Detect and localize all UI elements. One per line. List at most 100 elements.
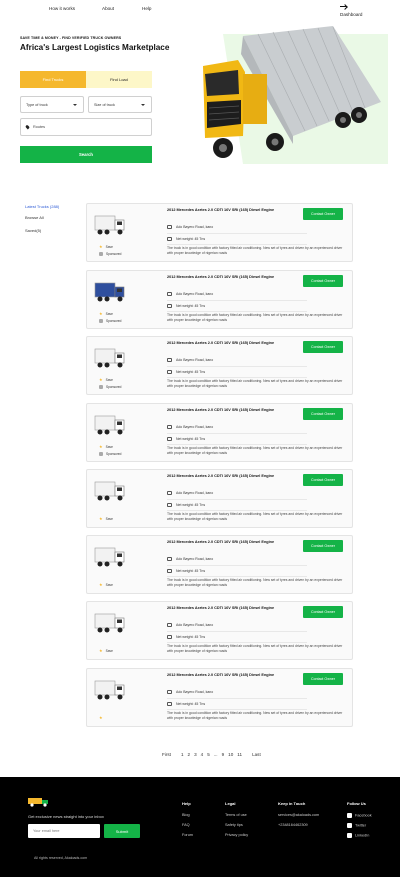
type-of-truck-select[interactable]: Type of truck [20,96,84,113]
save-toggle[interactable]: ★ Save [99,444,113,449]
page-10[interactable]: 10 [228,752,233,757]
nav-how-it-works[interactable]: How it works [49,6,75,11]
divider [167,300,307,301]
page-2[interactable]: 2 [188,752,191,757]
listing-title[interactable]: 2012 Mercedes Axrtes 2.0 CDTI 16V SRi (1… [167,540,274,544]
page-9[interactable]: 9 [222,752,225,757]
save-label: Save [105,244,113,249]
dashboard-link[interactable]: Dashboard [340,6,362,17]
contact-owner-button[interactable]: Contact Owner [303,275,343,287]
page-4[interactable]: 4 [201,752,204,757]
footer-link-privacy[interactable]: Privacy policy [225,833,248,837]
sidebar-item-browse[interactable]: Browse All [25,215,44,220]
location-icon [167,425,172,429]
page-first[interactable]: First [162,752,171,757]
listing-title[interactable]: 2012 Mercedes Axrtes 2.0 CDTI 16V SRi (1… [167,474,274,478]
sidebar-item-latest[interactable]: Latest Trucks (288) [25,204,59,209]
page-last[interactable]: Last [252,752,261,757]
divider [167,444,307,445]
location-text: Ado Bayero Road, kano [176,557,214,561]
star-icon: ★ [99,377,103,382]
footer-link-faq[interactable]: FAQ [182,823,190,827]
divider [167,510,307,511]
save-toggle[interactable]: ★ Save [99,516,113,521]
contact-owner-button[interactable]: Contact Owner [303,208,343,220]
contact-owner-button[interactable]: Contact Owner [303,474,343,486]
page-3[interactable]: 3 [194,752,197,757]
footer-link-terms[interactable]: Terms of use [225,813,247,817]
size-of-truck-select[interactable]: Size of truck [88,96,152,113]
footer-twitter-link[interactable]: Twitter [347,823,366,828]
tab-find-trucks[interactable]: Find Trucks [20,71,86,88]
nav-help[interactable]: Help [142,6,151,11]
footer-legal-heading: Legal [225,801,236,806]
location-text: Ado Bayero Road, kano [176,358,214,362]
footer-facebook-link[interactable]: Facebook [347,813,372,818]
location-text: Ado Bayero Road, kano [176,292,214,296]
listing-card[interactable]: ★ Save 2012 Mercedes Axrtes 2.0 CDTI 16V S… [86,535,353,594]
listing-card[interactable]: ★ Save Sponsored 2012 Mercedes Axrtes 2.0 C… [86,403,353,462]
twitter-icon [347,823,352,828]
footer-linkedin-link[interactable]: LinkedIn [347,833,369,838]
listing-card[interactable]: ★ Save Sponsored 2012 Mercedes Axrtes 2.0 C… [86,336,353,395]
newsletter-email-input[interactable] [28,824,100,838]
listing-title[interactable]: 2012 Mercedes Axrtes 2.0 CDTI 16V SRi (1… [167,341,274,345]
location-text: Ado Bayero Road, kano [176,225,214,229]
star-icon: ★ [99,311,103,316]
nav-about[interactable]: About [102,6,114,11]
listing-card[interactable]: ★ 2012 Mercedes Axrtes 2.0 CDTI 16V SRi (… [86,668,353,727]
save-toggle[interactable]: ★ Save [99,311,113,316]
star-icon: ★ [99,715,103,720]
divider [167,709,307,710]
listing-weight: Net weight: 45 Tns [167,304,205,308]
contact-owner-button[interactable]: Contact Owner [303,606,343,618]
save-toggle[interactable]: ★ Save [99,244,113,249]
page-1[interactable]: 1 [181,752,184,757]
sidebar-item-saved[interactable]: Saved(5) [25,228,41,233]
listing-weight: Net weight: 45 Tns [167,635,205,639]
footer-link-safety[interactable]: Safety tips [225,823,243,827]
location-icon [167,292,172,296]
contact-owner-button[interactable]: Contact Owner [303,341,343,353]
contact-owner-button[interactable]: Contact Owner [303,408,343,420]
search-button[interactable]: Search [20,146,152,163]
footer-help-heading: Help [182,801,191,806]
divider [167,576,307,577]
footer-email-link[interactable]: services@akaloads.com [278,813,319,817]
listing-weight: Net weight: 45 Tns [167,437,205,441]
tag-icon [99,452,103,456]
weight-text: Net weight: 45 Tns [176,503,206,507]
listing-description: The truck is in good condition with fact… [167,512,343,521]
listing-title[interactable]: 2012 Mercedes Axrtes 2.0 CDTI 16V SRi (1… [167,408,274,412]
footer-phone-link[interactable]: +2348164462309 [278,823,308,827]
save-toggle[interactable]: ★ Save [99,582,113,587]
listing-card[interactable]: ★ Save 2012 Mercedes Axrtes 2.0 CDTI 16V S… [86,601,353,660]
listing-weight: Net weight: 45 Tns [167,503,205,507]
listing-card[interactable]: ★ Save Sponsored 2012 Mercedes Axrtes 2.0 C… [86,270,353,329]
divider [167,233,307,234]
footer-link-blog[interactable]: Blog [182,813,190,817]
listing-card[interactable]: ★ Save Sponsored 2012 Mercedes Axrtes 2.0 C… [86,203,353,262]
tag-icon [99,319,103,323]
location-text: Ado Bayero Road, kano [176,623,214,627]
save-label: Save [105,444,113,449]
listing-title[interactable]: 2012 Mercedes Axrtes 2.0 CDTI 16V SRi (1… [167,275,274,279]
page-5[interactable]: 5 [207,752,210,757]
location-text: Ado Bayero Road, kano [176,491,214,495]
listing-card[interactable]: ★ Save 2012 Mercedes Axrtes 2.0 CDTI 16V S… [86,469,353,528]
listing-title[interactable]: 2012 Mercedes Axrtes 2.0 CDTI 16V SRi (1… [167,208,274,212]
contact-owner-button[interactable]: Contact Owner [303,673,343,685]
contact-owner-button[interactable]: Contact Owner [303,540,343,552]
footer-link-forum[interactable]: Forum [182,833,193,837]
sponsored-label: Sponsored [106,452,122,456]
listing-title[interactable]: 2012 Mercedes Axrtes 2.0 CDTI 16V SRi (1… [167,673,274,677]
routes-input[interactable]: Routes [20,118,152,136]
page-11[interactable]: 11 [237,752,242,757]
save-toggle[interactable]: ★ Save [99,377,113,382]
save-toggle[interactable]: ★ [99,715,106,720]
newsletter-submit-button[interactable]: Submit [104,824,140,838]
save-toggle[interactable]: ★ Save [99,648,113,653]
listing-title[interactable]: 2012 Mercedes Axrtes 2.0 CDTI 16V SRi (1… [167,606,274,610]
routes-placeholder: Routes [33,125,46,129]
tab-find-load[interactable]: Find Load [86,71,152,88]
